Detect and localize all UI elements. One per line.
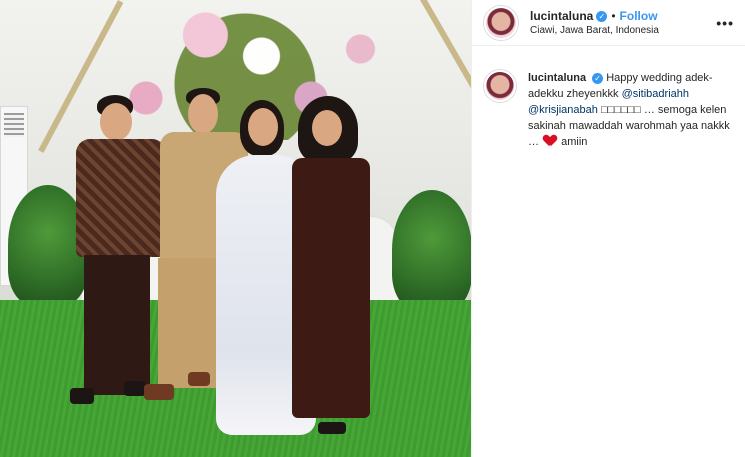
instagram-post: lucintaluna ✓ • Follow Ciawi, Jawa Barat… [0,0,745,457]
header-line: lucintaluna ✓ • Follow [530,9,659,23]
separator: • [611,9,616,23]
wedding-photo-scene [0,0,471,457]
head [248,108,278,146]
header-text: lucintaluna ✓ • Follow Ciawi, Jawa Barat… [530,9,659,36]
post-header: lucintaluna ✓ • Follow Ciawi, Jawa Barat… [472,0,745,46]
verified-badge-icon: ✓ [592,73,604,84]
post-side-panel: lucintaluna ✓ • Follow Ciawi, Jawa Barat… [471,0,745,457]
caption-text-3: amiin [561,136,588,148]
profile-avatar[interactable] [484,5,518,40]
head [100,103,132,141]
shoe [144,384,174,400]
more-options-icon[interactable]: ••• [716,15,734,31]
trousers [84,255,150,395]
post-photo[interactable] [0,0,471,457]
mention-krisjianabah[interactable]: @krisjianabah [528,104,598,116]
shoe [70,388,94,404]
potted-plant-right [392,190,471,310]
follow-button[interactable]: Follow [620,9,658,23]
person-brown-dress [292,96,382,441]
shoe [318,422,346,434]
brown-dress [292,158,370,418]
heart-icon [544,135,556,146]
caption-unrendered-chars: □□□□□□ [600,104,641,116]
shoe [124,381,146,396]
username-link[interactable]: lucintaluna [530,9,593,23]
location-link[interactable]: Ciawi, Jawa Barat, Indonesia [530,25,659,36]
ac-vent [4,113,24,137]
caption-avatar[interactable] [484,70,516,102]
post-caption: lucintaluna ✓ Happy wedding adek-adekku … [484,70,739,150]
caption-body: lucintaluna ✓ Happy wedding adek-adekku … [528,70,738,150]
caption-username-link[interactable]: lucintaluna [528,72,586,84]
mention-sitibadriahh[interactable]: @sitibadriahh [622,88,689,100]
verified-badge-icon: ✓ [596,10,608,22]
head [312,110,342,146]
